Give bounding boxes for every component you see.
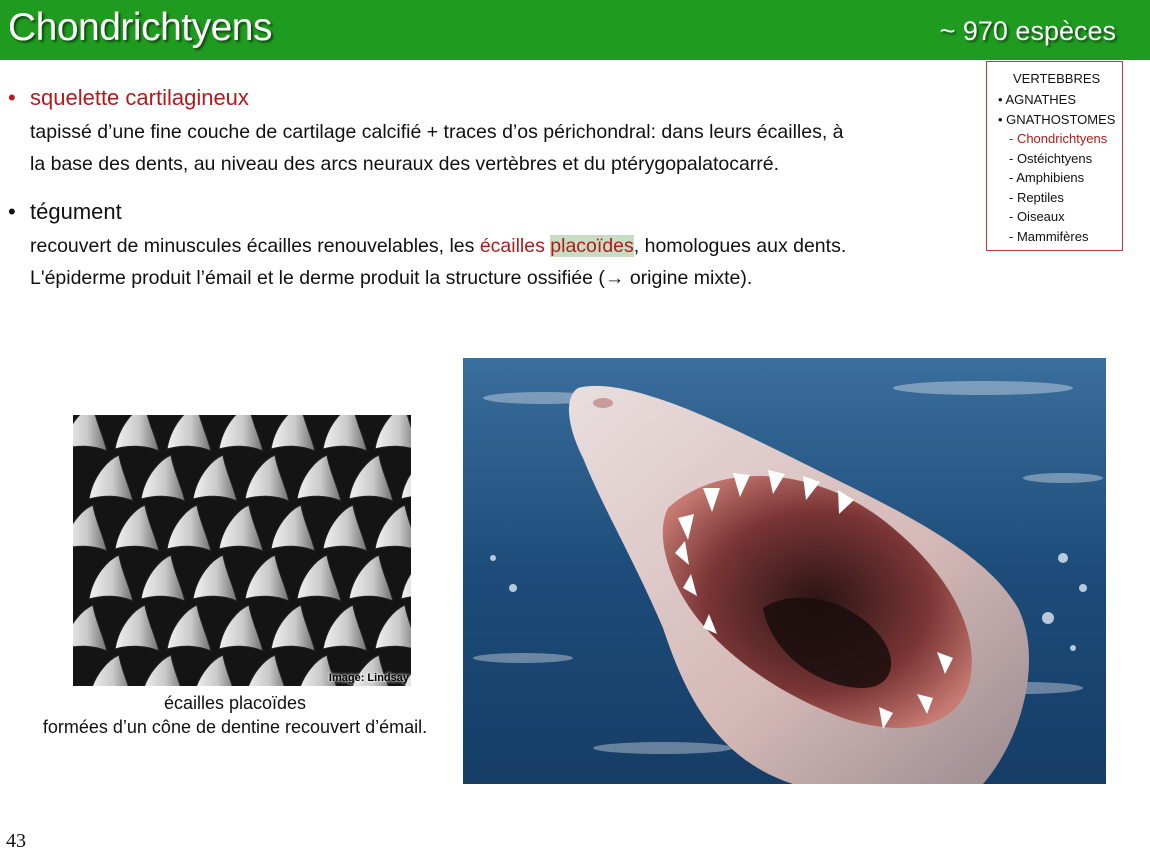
skeleton-description: tapissé d’une fine couche de cartilage c… xyxy=(30,116,844,180)
nav-item-amphibiens: - Amphibiens xyxy=(1009,170,1085,185)
highlighted-term-selection: placoïdes xyxy=(550,235,634,257)
scales-caption-description: formées d’un cône de dentine recouvert d… xyxy=(42,717,428,737)
text-line: L'épiderme produit l’émail et le derme p… xyxy=(30,267,753,289)
text-line: tapissé d’une fine couche de cartilage c… xyxy=(30,121,844,143)
placoid-scales-micrograph: Image: Lindsay xyxy=(73,415,411,686)
shark-illustration xyxy=(463,358,1106,784)
bullet-heading: squelette cartilagineux xyxy=(30,85,249,110)
text-line: recouvert de minuscules écailles renouve… xyxy=(30,230,846,262)
text-line: la base des dents, au niveau des arcs ne… xyxy=(30,153,780,175)
nav-item-osteichtyens: - Ostéichtyens xyxy=(1009,150,1093,166)
highlighted-term: écailles xyxy=(479,235,551,257)
scales-caption-title: écailles placoïdes xyxy=(163,693,307,713)
nav-item-chondrichtyens: - Chondrichtyens xyxy=(1009,131,1108,146)
nav-item-oiseaux: - Oiseaux xyxy=(1009,209,1065,224)
great-white-shark-photo xyxy=(463,358,1106,784)
classification-nav-box: VERTEBBRES • AGNATHES • GNATHOSTOMES - C… xyxy=(986,61,1123,251)
page-number: 43 xyxy=(6,830,26,852)
nav-item-reptiles: - Reptiles xyxy=(1009,189,1064,205)
scales-illustration xyxy=(73,415,411,686)
bullet-dot: • xyxy=(8,199,16,224)
nav-item-agnathes: • AGNATHES xyxy=(998,92,1076,107)
nav-item-gnathostomes: • GNATHOSTOMES xyxy=(998,111,1116,127)
text-segment: recouvert de minuscules écailles renouve… xyxy=(30,235,480,257)
species-count: ~ 970 espèces xyxy=(939,16,1116,46)
slide-title: Chondrichtyens xyxy=(8,6,272,49)
title-bar: Chondrichtyens ~ 970 espèces xyxy=(0,0,1150,60)
nav-title: VERTEBBRES xyxy=(1013,71,1101,86)
text-segment: , homologues aux dents. xyxy=(633,235,847,257)
tegument-description: recouvert de minuscules écailles renouve… xyxy=(30,230,846,294)
bullet-heading: tégument xyxy=(30,199,122,224)
nav-item-mammiferes: - Mammifères xyxy=(1009,228,1089,244)
bullet-dot: • xyxy=(8,85,16,110)
image-credit: Image: Lindsay xyxy=(328,672,409,684)
